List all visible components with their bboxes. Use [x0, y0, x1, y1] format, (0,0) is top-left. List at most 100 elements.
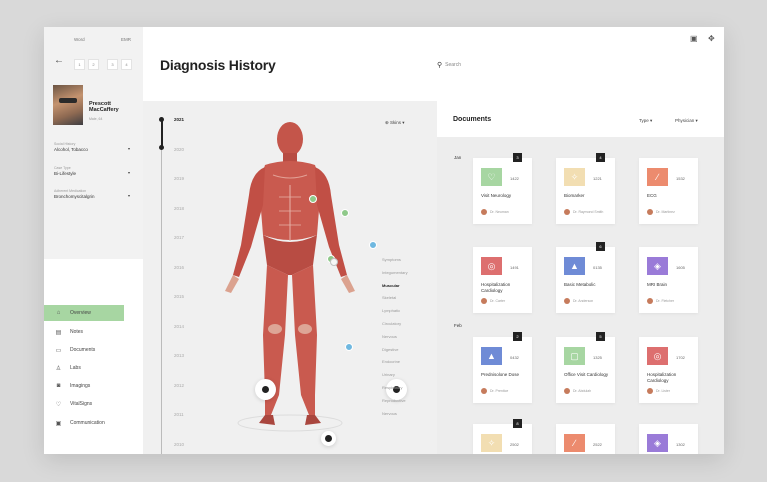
timeline-year[interactable]: 2015	[174, 294, 184, 299]
physician-filter[interactable]: Physician ▾	[675, 118, 698, 124]
document-card[interactable]: ◈1302MRI BrainDr. Fletcher	[639, 424, 698, 454]
physician-avatar	[647, 209, 653, 215]
field-label: Adherent Medication	[54, 189, 87, 193]
back-arrow-icon[interactable]: ←	[54, 55, 64, 66]
expand-icon[interactable]: ✥	[708, 34, 715, 43]
page-button[interactable]: 4	[121, 59, 132, 70]
body-system-item[interactable]: Symptoms	[382, 257, 401, 262]
field-label: Case Type	[54, 166, 71, 170]
physician-name: Dr. Anderson	[573, 299, 594, 303]
sidebar-item-documents[interactable]: ▭ Documents	[44, 342, 124, 358]
body-layer-select[interactable]: ⊕ Skins ▾	[385, 120, 405, 126]
physician-avatar	[481, 298, 487, 304]
sidebar-item-labs[interactable]: ♙ Labs	[44, 360, 124, 376]
body-system-item[interactable]: Urinary	[382, 372, 395, 377]
page-button[interactable]: 1	[74, 59, 85, 70]
body-system-item[interactable]: Digestive	[382, 347, 398, 352]
timeline-year[interactable]: 2019	[174, 176, 184, 181]
hospital-icon: ◎	[647, 347, 668, 365]
document-card[interactable]: ✧25028Blood TestDr. Reed	[473, 419, 532, 454]
timeline-handle[interactable]	[159, 145, 164, 150]
count-badge: 3	[513, 153, 522, 162]
document-card[interactable]: ∕2522ECGDr. Martinez	[556, 424, 615, 454]
timeline-year[interactable]: 2020	[174, 147, 184, 152]
timeline-year[interactable]: 2010	[174, 442, 184, 447]
search-box[interactable]: ⚲ Search	[437, 61, 461, 69]
sidebar-item-vitalsigns[interactable]: ♡ VitalSigns	[44, 396, 124, 412]
body-system-item[interactable]: Endocrine	[382, 359, 400, 364]
body-marker[interactable]	[369, 241, 377, 249]
syringe-icon: ∕	[564, 434, 585, 452]
document-card[interactable]: ▲ 0432 2 Prednisolone Dose Dr. Prentice	[473, 332, 532, 403]
chevron-down-icon[interactable]: ▾	[128, 193, 130, 198]
timeline-year[interactable]: 2021	[174, 117, 184, 122]
type-filter-label: Type	[639, 118, 649, 123]
document-name: Hospitalization Cardiology	[481, 282, 511, 293]
rotate-down-button[interactable]	[321, 431, 336, 446]
hospital-icon: ◎	[481, 257, 502, 275]
timeline-year[interactable]: 2018	[174, 206, 184, 211]
window-icon[interactable]: ▣	[690, 34, 698, 43]
chevron-down-icon[interactable]: ▾	[128, 170, 130, 175]
word-tab[interactable]: Word	[74, 37, 85, 42]
body-marker[interactable]	[341, 209, 349, 217]
physician-avatar	[564, 388, 570, 394]
timeline-year[interactable]: 2017	[174, 235, 184, 240]
document-card[interactable]: ▲ 0135 6 Basic Metabolic Dr. Anderson	[556, 242, 615, 313]
physician-filter-label: Physician	[675, 118, 695, 123]
sidebar-item-overview[interactable]: ⌂ Overview	[44, 305, 124, 321]
document-number: 2522	[593, 442, 602, 447]
home-icon: ⌂	[56, 310, 61, 316]
body-system-item[interactable]: Reproductive	[382, 398, 406, 403]
timeline-year[interactable]: 2013	[174, 353, 184, 358]
sidebar-item-label: Labs	[70, 365, 81, 371]
rotate-left-button[interactable]	[255, 379, 276, 400]
emr-tab[interactable]: EMR	[121, 37, 131, 42]
body-system-item[interactable]: Respiratory	[382, 385, 402, 390]
field-value[interactable]: Bi-Lifestyle	[54, 171, 76, 176]
field-value[interactable]: Bronchomyscitalgrin	[54, 194, 95, 199]
timeline-year[interactable]: 2016	[174, 265, 184, 270]
body-marker[interactable]	[330, 258, 338, 266]
document-card[interactable]: ✧ 1221 4 Biomarker Dr. Raymond Smith	[556, 153, 615, 224]
body-marker[interactable]	[309, 195, 317, 203]
document-name: Visit Neurology	[481, 193, 512, 198]
field-label: Social History	[54, 142, 76, 146]
document-card[interactable]: ◈ 1605 MRI Brain Dr. Fletcher	[639, 247, 698, 313]
notes-icon: ▤	[55, 329, 62, 336]
body-system-item[interactable]: Skeletal	[382, 295, 396, 300]
document-card[interactable]: ♡ 1422 3 Visit Neurology Dr. Neuman	[473, 153, 532, 224]
body-system-item[interactable]: Muscular	[382, 283, 400, 288]
body-system-item[interactable]: Nervous	[382, 411, 397, 416]
document-card[interactable]: ▢ 1325 5 Office Visit Cardiology Dr. Abdulah	[556, 332, 615, 403]
body-system-item[interactable]: Lymphatic	[382, 308, 400, 313]
document-card[interactable]: ∕ 1532 ECG Dr. Martinez	[639, 158, 698, 224]
documents-header: Documents Type ▾ Physician ▾	[437, 101, 724, 137]
sidebar: Word EMR ← 1 2 3 4 Prescott MacCaffery M…	[44, 27, 143, 454]
document-number: 1605	[676, 265, 685, 270]
timeline-year[interactable]: 2012	[174, 383, 184, 388]
sidebar-item-label: Notes	[70, 329, 84, 335]
page-button[interactable]: 3	[107, 59, 118, 70]
document-card[interactable]: ◎ 1491 Hospitalization Cardiology Dr. Carte…	[473, 247, 532, 313]
search-input[interactable]: Search	[445, 62, 461, 68]
timeline-handle[interactable]	[159, 117, 164, 122]
count-badge: 4	[596, 153, 605, 162]
document-card[interactable]: ◎ 1702 Hospitalization Cardiology Dr. Liste…	[639, 337, 698, 403]
page-button[interactable]: 2	[88, 59, 99, 70]
chevron-down-icon[interactable]: ▾	[128, 146, 130, 151]
body-system-item[interactable]: Circulatory	[382, 321, 401, 326]
body-system-item[interactable]: Integumentary	[382, 270, 408, 275]
body-marker[interactable]	[345, 343, 353, 351]
field-value[interactable]: Alcohol, Tobacco	[54, 147, 88, 152]
type-filter[interactable]: Type ▾	[639, 118, 652, 124]
timeline-year[interactable]: 2014	[174, 324, 184, 329]
arrow-down-icon	[325, 435, 332, 442]
body-system-item[interactable]: Nervous	[382, 334, 397, 339]
sidebar-item-imagings[interactable]: ◙ Imagings	[44, 378, 124, 394]
patient-name: Prescott MacCaffery	[89, 101, 119, 113]
sidebar-item-notes[interactable]: ▤ Notes	[44, 324, 124, 340]
document-name: Hospitalization Cardiology	[647, 372, 677, 383]
timeline-year[interactable]: 2011	[174, 412, 184, 417]
sidebar-item-communication[interactable]: ▣ Communication	[44, 415, 124, 431]
